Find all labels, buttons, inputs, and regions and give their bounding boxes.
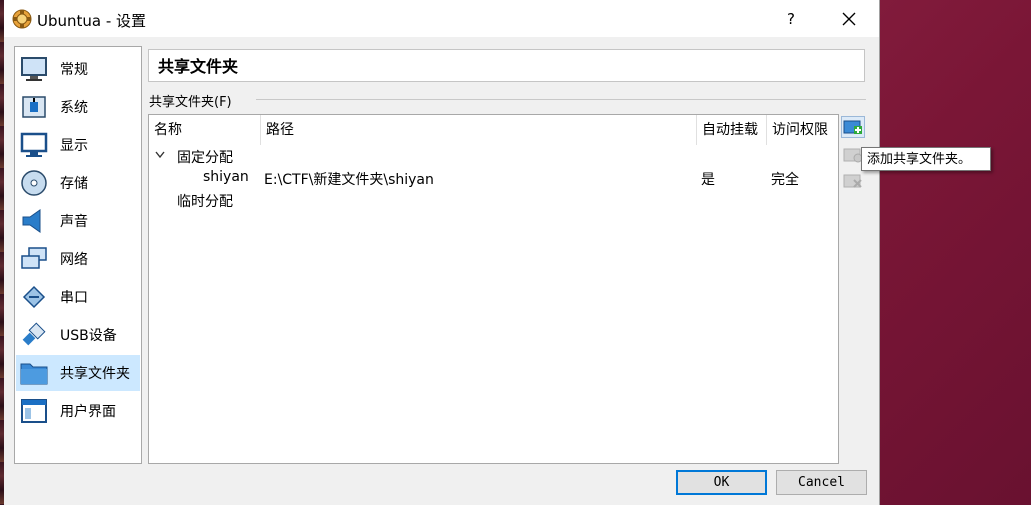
general-monitor-icon — [18, 53, 50, 85]
sidebar-item-usb[interactable]: USB设备 — [16, 317, 140, 353]
page-title: 共享文件夹 — [148, 49, 865, 82]
chevron-down-icon[interactable] — [155, 151, 165, 159]
sidebar-item-label: 声音 — [60, 214, 88, 230]
usb-icon — [18, 319, 50, 351]
remove-shared-folder-button[interactable] — [841, 170, 865, 192]
ok-button[interactable]: OK — [676, 470, 767, 495]
system-chip-icon — [18, 91, 50, 123]
cancel-button[interactable]: Cancel — [776, 470, 867, 495]
sidebar-item-audio[interactable]: 声音 — [16, 203, 140, 239]
table-row-path[interactable]: E:\CTF\新建文件夹\shiyan — [264, 169, 434, 189]
edit-folder-icon — [843, 148, 863, 163]
sidebar-item-storage[interactable]: 存储 — [16, 165, 140, 201]
sidebar-item-general[interactable]: 常规 — [16, 51, 140, 87]
serial-port-icon — [18, 281, 50, 313]
shared-folder-icon — [18, 357, 50, 389]
display-monitor-icon — [18, 129, 50, 161]
shared-folders-group-label: 共享文件夹(F) — [149, 91, 238, 110]
settings-category-list: 常规 系统 显示 存储 声音 网络 串口 USB设备 共享文件夹 用户界面 — [14, 46, 142, 464]
sidebar-item-system[interactable]: 系统 — [16, 89, 140, 125]
table-row-access[interactable]: 完全 — [771, 169, 799, 189]
add-folder-icon — [843, 120, 862, 134]
sidebar-item-serial[interactable]: 串口 — [16, 279, 140, 315]
sidebar-item-label: 存储 — [60, 176, 88, 192]
shared-folders-table[interactable]: 名称 路径 自动挂载 访问权限 固定分配 shiyan E:\CTF\新建文件夹… — [148, 114, 839, 464]
sidebar-item-label: 串口 — [60, 290, 88, 306]
column-header-access[interactable]: 访问权限 — [767, 115, 838, 145]
sidebar-item-label: 显示 — [60, 138, 88, 154]
sidebar-item-shared-folders[interactable]: 共享文件夹 — [16, 355, 140, 391]
sidebar-item-user-interface[interactable]: 用户界面 — [16, 393, 140, 429]
sidebar-item-label: USB设备 — [60, 328, 117, 344]
user-interface-icon — [18, 395, 50, 427]
storage-disc-icon — [18, 167, 50, 199]
column-header-path[interactable]: 路径 — [261, 115, 697, 145]
group-separator — [256, 99, 866, 100]
column-header-name[interactable]: 名称 — [149, 115, 261, 145]
sidebar-item-label: 共享文件夹 — [60, 366, 130, 382]
network-icon — [18, 243, 50, 275]
sidebar-item-display[interactable]: 显示 — [16, 127, 140, 163]
close-button[interactable] — [829, 0, 869, 37]
sidebar-item-label: 网络 — [60, 252, 88, 268]
sidebar-item-network[interactable]: 网络 — [16, 241, 140, 277]
help-button[interactable]: ? — [771, 0, 811, 37]
sidebar-item-label: 用户界面 — [60, 404, 116, 420]
remove-folder-icon — [843, 174, 862, 188]
sidebar-item-label: 常规 — [60, 62, 88, 78]
settings-dialog: Ubuntua - 设置 ? 常规 系统 显示 存储 声音 网络 串口 USB设… — [4, 0, 880, 505]
sidebar-item-label: 系统 — [60, 100, 88, 116]
close-icon — [842, 12, 856, 25]
speaker-icon — [18, 205, 50, 237]
group-row-transient[interactable]: 临时分配 — [177, 191, 233, 211]
column-header-auto-mount[interactable]: 自动挂载 — [697, 115, 767, 145]
table-row-name[interactable]: shiyan — [203, 169, 249, 185]
title-bar: Ubuntua - 设置 ? — [4, 0, 879, 37]
window-title: Ubuntua - 设置 — [37, 12, 147, 30]
group-row-fixed[interactable]: 固定分配 — [177, 147, 233, 167]
add-folder-tooltip: 添加共享文件夹。 — [861, 147, 991, 171]
virtualbox-app-icon — [12, 9, 32, 29]
table-row-auto-mount[interactable]: 是 — [701, 169, 715, 189]
add-shared-folder-button[interactable] — [841, 116, 865, 138]
